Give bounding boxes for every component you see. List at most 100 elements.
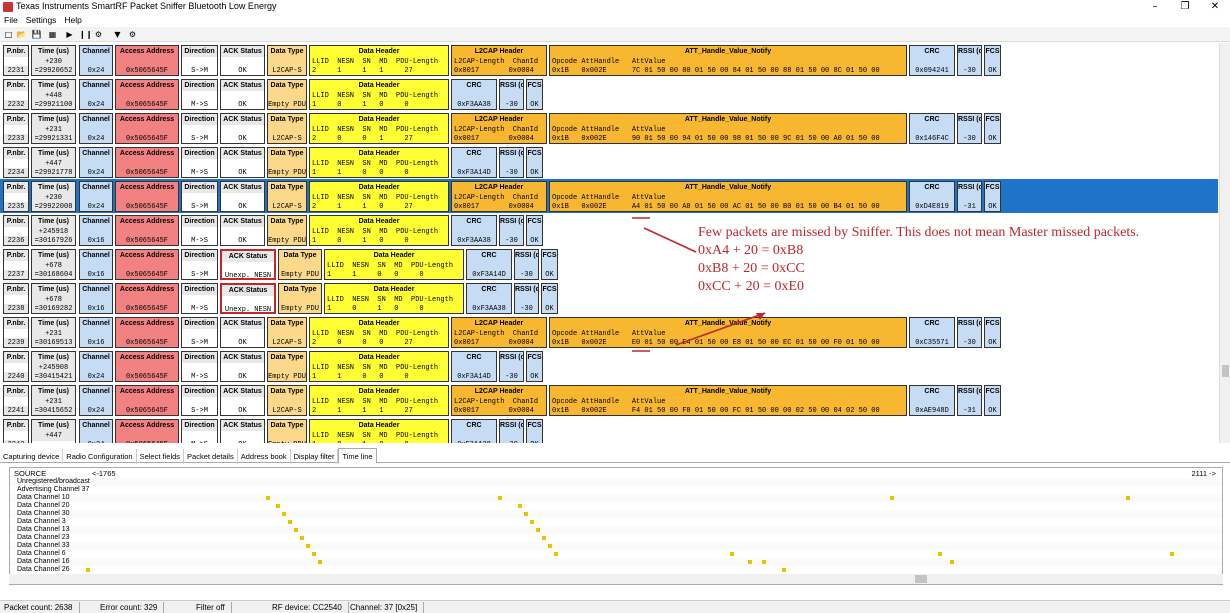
channel-value: 0x24 <box>87 67 105 75</box>
filter-icon[interactable]: ⚙ <box>127 29 138 40</box>
open-icon[interactable]: 📂 <box>16 29 27 40</box>
packet-row[interactable]: P.nbr. 2234 Time (us) +447 =29921778 Channel 0… <box>0 145 1218 179</box>
ack-header: ACK Status <box>221 182 264 193</box>
ack-status-cell: ACK Status Unexp. NESN <box>220 283 276 314</box>
timeline-end: 2111 -> <box>1191 469 1216 478</box>
rssi-value: -30 <box>520 305 533 313</box>
rssi-value: -30 <box>963 339 976 347</box>
menu-file[interactable]: File <box>0 14 22 27</box>
att-value: 0x1B 0x002E F4 01 50 00 F8 01 50 00 FC 0… <box>552 407 880 415</box>
tab-display-filter[interactable]: Display filter <box>291 449 339 464</box>
crc-header: CRC <box>924 184 940 191</box>
time-header: Time (us) <box>32 386 75 397</box>
data-type-cell: Data Type L2CAP-S <box>267 181 307 212</box>
timeline-packet-mark <box>748 560 752 564</box>
fcs-header: FCS <box>527 150 542 157</box>
data-header-cell: Data Header LLID NESN SN MD PDU-Length 2 1… <box>309 45 449 76</box>
new-icon[interactable]: □ <box>3 29 14 40</box>
crc-cell: CRC 0xAE948D <box>909 385 955 416</box>
timeline-channel-label: Data Channel 10 <box>10 494 1222 502</box>
pnbr-cell: P.nbr. 2233 <box>3 113 29 144</box>
menu-help[interactable]: Help <box>60 14 85 27</box>
channel-cell: Channel 0x16 <box>79 249 113 280</box>
tab-select-fields[interactable]: Select fields <box>137 449 185 464</box>
annotation-line: Few packets are missed by Sniffer. This … <box>698 225 1140 240</box>
packet-row[interactable]: P.nbr. 2239 Time (us) +231 =30169513 Channel 0… <box>0 315 1218 349</box>
ack-status-cell: ACK Status OK <box>220 419 265 443</box>
channel-value: 0x24 <box>87 373 105 381</box>
channel-header: Channel <box>82 286 110 293</box>
time-value: =30168604 <box>32 270 75 279</box>
packet-row[interactable]: P.nbr. 2231 Time (us) +230 =29920652 Channel 0… <box>0 43 1218 77</box>
play-icon[interactable]: ▶ <box>64 29 75 40</box>
minimize-icon[interactable]: – <box>1140 0 1170 14</box>
crc-header: CRC <box>466 422 482 429</box>
packet-row[interactable]: P.nbr. 2240 Time (us) +245908 =30415421 Chann… <box>0 349 1218 383</box>
dheader-header: Data Header <box>358 388 400 395</box>
pnbr-value: 2238 <box>4 304 28 313</box>
ack-status-cell: ACK Status OK <box>220 317 265 348</box>
tab-address-book[interactable]: Address book <box>238 449 291 464</box>
direction-header: Direction <box>182 114 217 125</box>
ack-value: OK <box>238 67 247 75</box>
pnbr-cell: P.nbr. 2238 <box>3 283 29 314</box>
save-icon[interactable]: 💾 <box>31 29 42 40</box>
crc-header: CRC <box>466 82 482 89</box>
l2cap-value: 0x0017 0x0004 <box>454 203 534 211</box>
packet-row[interactable]: P.nbr.2242Time (us)+447Channel0x24Access… <box>0 417 1218 443</box>
channel-header: Channel <box>82 48 110 55</box>
rssi-header: RSSI (dBm) <box>500 218 523 225</box>
crc-cell: CRC 0xF3A14D <box>451 351 497 382</box>
pnbr-value: 2233 <box>4 134 28 143</box>
pause-icon[interactable]: ❙❙ <box>79 29 92 40</box>
hscroll-thumb[interactable] <box>915 575 927 583</box>
att-header: ATT_Handle_Value_Notify <box>684 116 772 123</box>
vertical-scrollbar[interactable] <box>1219 43 1230 443</box>
restore-icon[interactable]: ❐ <box>1170 0 1200 14</box>
tab-capturing-device[interactable]: Capturing device <box>0 449 64 464</box>
dheader-value: 2 1 1 0 27 <box>312 203 413 211</box>
access-header: Access Address <box>119 354 175 361</box>
att-header: ATT_Handle_Value_Notify <box>684 388 772 395</box>
time-header: Time (us) <box>32 46 75 57</box>
ack-value: Unexp. NESN <box>224 272 272 280</box>
pnbr-cell: P.nbr. 2235 <box>3 181 29 212</box>
tab-radio-configuration[interactable]: Radio Configuration <box>63 449 137 464</box>
settings-icon[interactable]: ⚙ <box>93 29 104 40</box>
data-type-cell: Data Type Empty PDU <box>267 79 307 110</box>
menu-bar: File Settings Help <box>0 14 1230 27</box>
direction-cell: Direction M->S <box>181 147 218 178</box>
timeline-packet-mark <box>306 544 310 548</box>
dtype-header: Data Type <box>270 320 304 327</box>
direction-value: M->S <box>182 440 217 443</box>
dheader-value: 1 1 0 0 0 <box>327 271 424 279</box>
time-cell: Time (us) +447 <box>31 419 76 443</box>
app-icon <box>3 2 13 12</box>
clear-icon[interactable]: ▦ <box>47 29 58 40</box>
scroll-down-icon[interactable]: ▼ <box>112 29 123 40</box>
close-icon[interactable]: ✕ <box>1200 0 1230 14</box>
timeline-packet-mark <box>762 560 766 564</box>
packet-row[interactable]: P.nbr. 2241 Time (us) +231 =30415652 Channel 0… <box>0 383 1218 417</box>
direction-cell: Direction S->M <box>181 181 218 212</box>
timeline-channel-label: Unregistered/broadcast <box>10 478 1222 486</box>
packet-row[interactable]: P.nbr. 2232 Time (us) +448 =29921100 Channel 0… <box>0 77 1218 111</box>
direction-header: Direction <box>182 216 217 227</box>
fcs-header: FCS <box>527 422 542 429</box>
crc-value: 0xF3A14D <box>457 373 491 381</box>
pnbr-header: P.nbr. <box>4 148 28 159</box>
packet-row[interactable]: P.nbr. 2233 Time (us) +231 =29921331 Channel 0… <box>0 111 1218 145</box>
timeline-packet-mark <box>1126 496 1130 500</box>
tab-packet-details[interactable]: Packet details <box>184 449 238 464</box>
scroll-thumb[interactable] <box>1222 365 1229 377</box>
timeline-packet-mark <box>730 552 734 556</box>
menu-settings[interactable]: Settings <box>22 14 61 27</box>
ack-value: OK <box>238 101 247 109</box>
l2cap-header: L2CAP Header <box>474 388 524 395</box>
horizontal-scrollbar[interactable] <box>9 574 1223 584</box>
packet-row[interactable]: P.nbr. 2235 Time (us) +230 =29922008 Channel 0… <box>0 179 1218 213</box>
time-header: Time (us) <box>32 80 75 91</box>
tab-time-line[interactable]: Time line <box>338 448 377 463</box>
pnbr-header: P.nbr. <box>4 420 28 431</box>
crc-value: 0x146F4C <box>915 135 949 143</box>
